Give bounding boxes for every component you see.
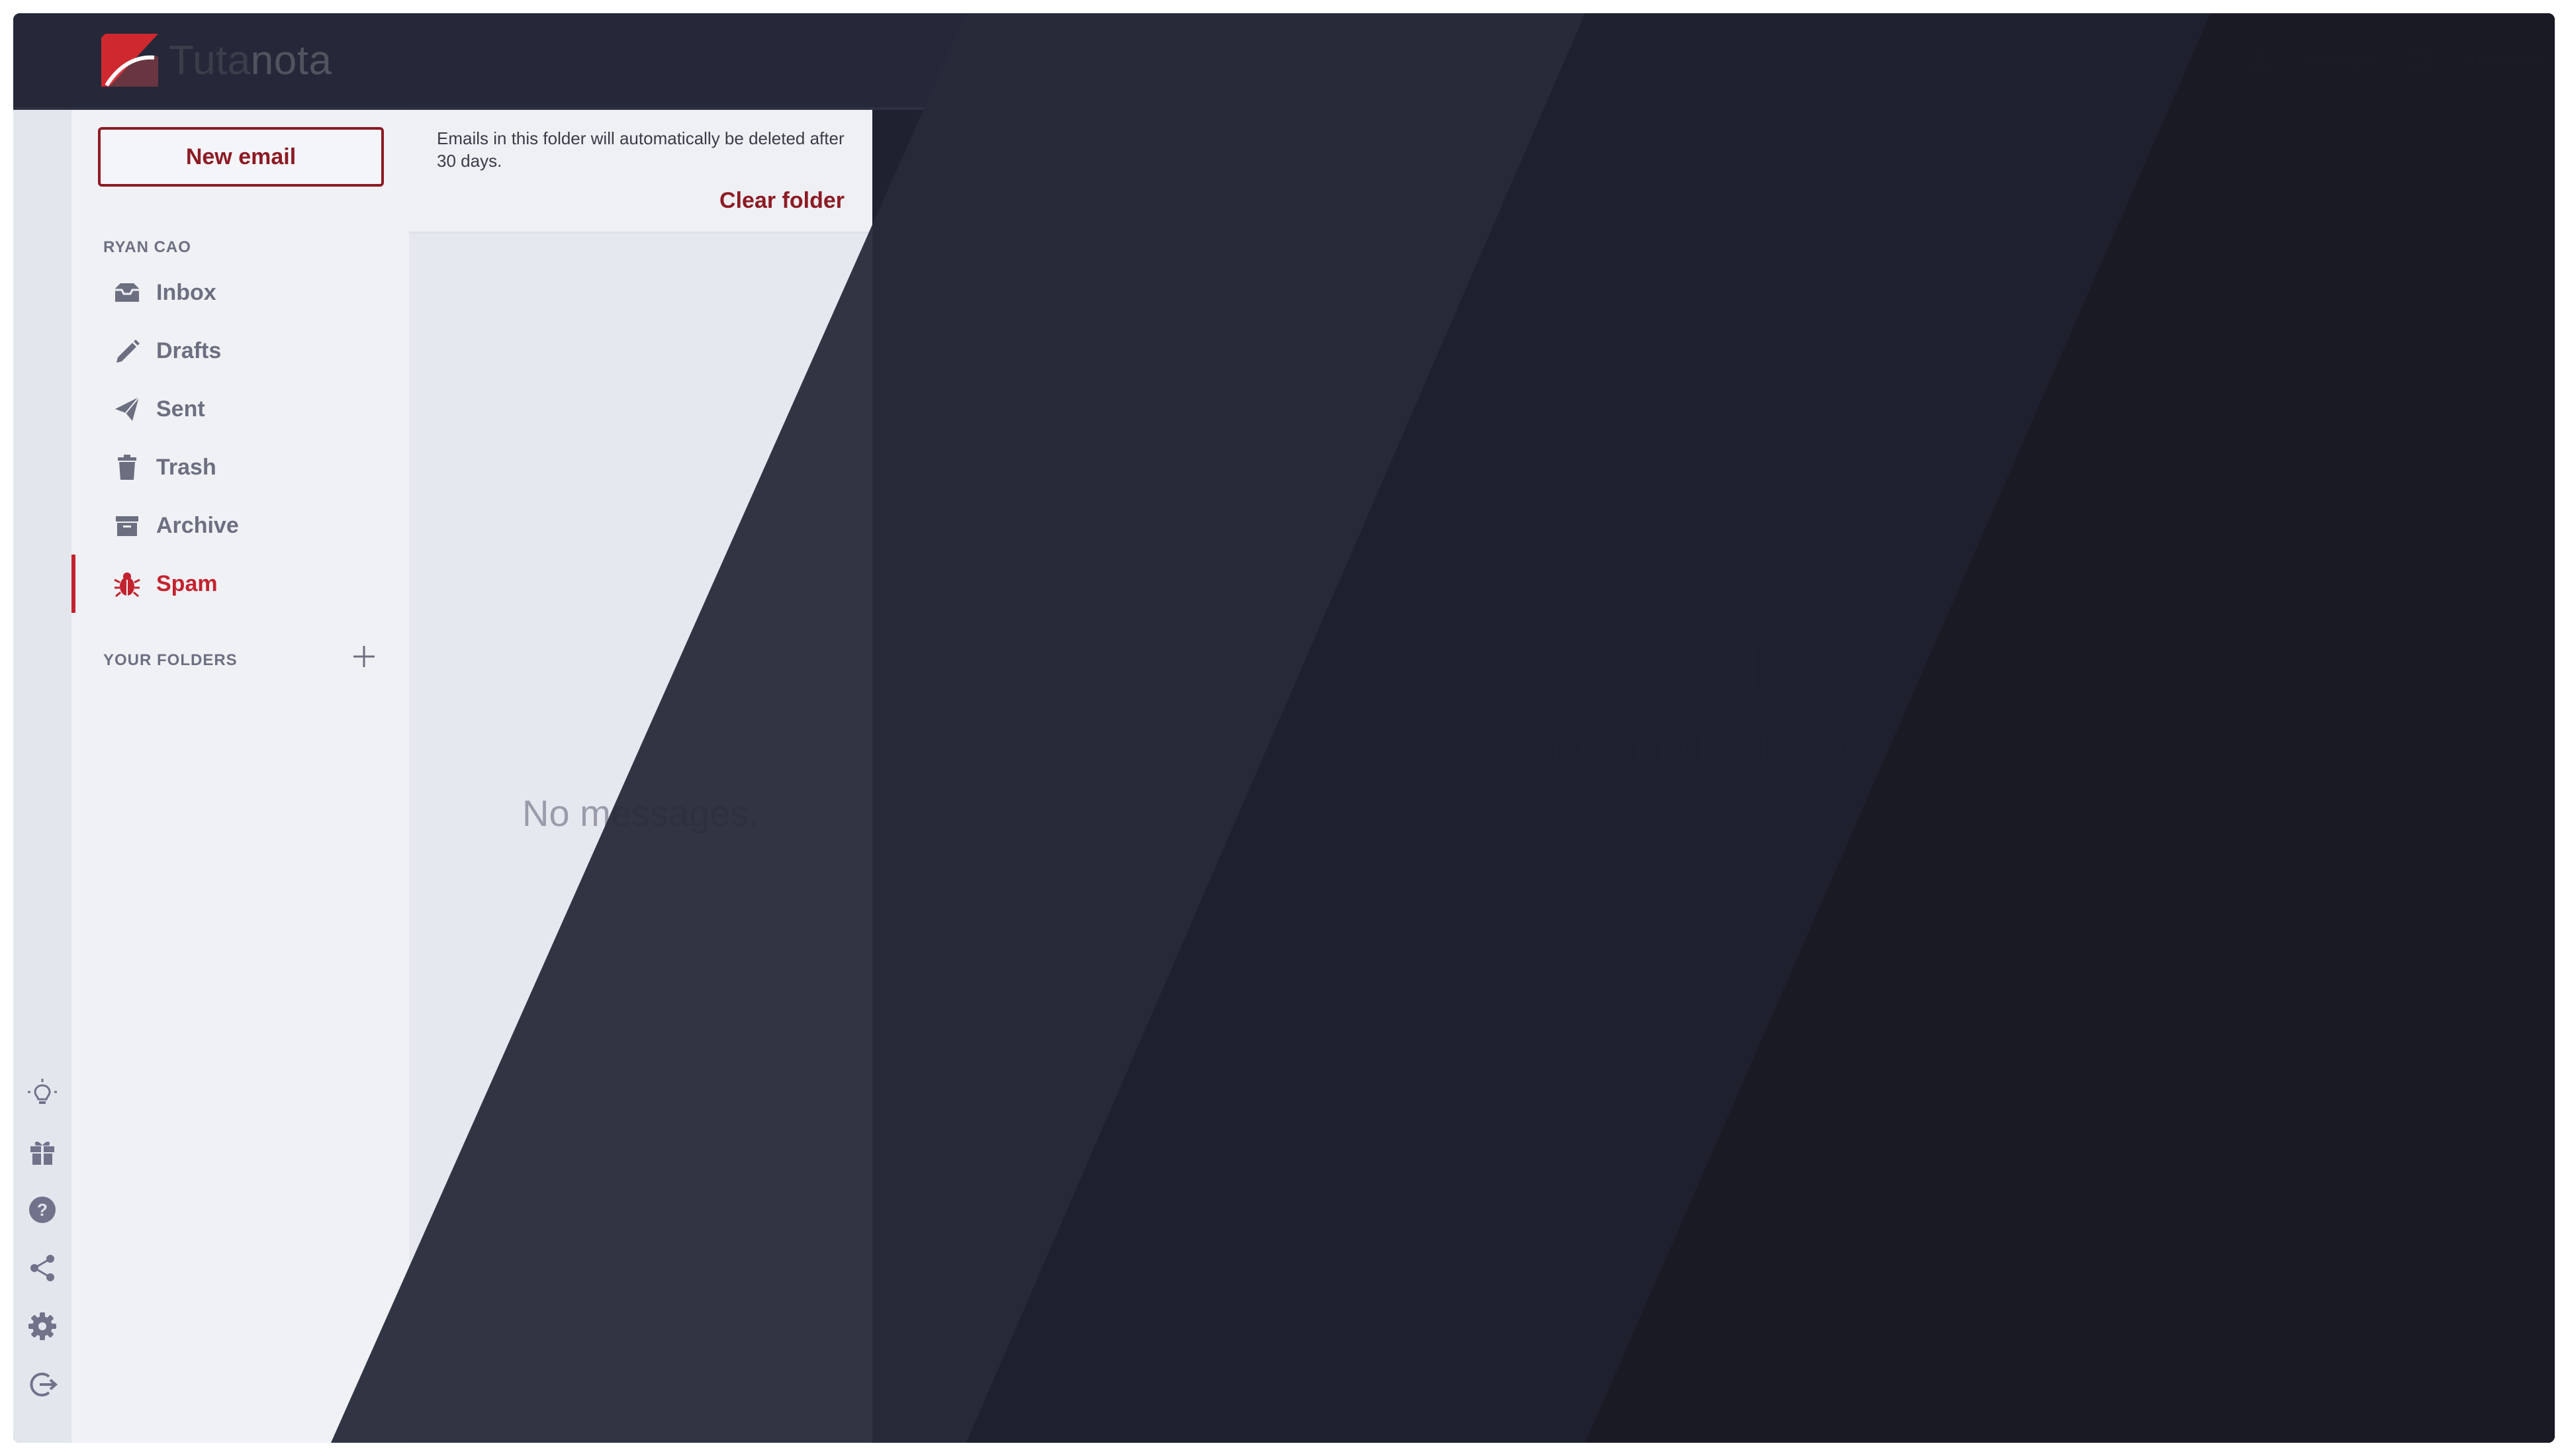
logo-text: Tutanota	[169, 37, 332, 83]
message-list: Emails in this folder will automatically…	[409, 110, 872, 1443]
nav-calendar-label: Calendar	[2448, 48, 2542, 72]
envelope-placeholder-icon	[1673, 641, 1755, 696]
envelope-icon	[2107, 51, 2134, 69]
settings-button[interactable]	[26, 1310, 58, 1342]
gift-button[interactable]	[26, 1136, 58, 1167]
folder-item-inbox[interactable]: Inbox	[71, 263, 409, 322]
trash-icon	[118, 455, 136, 480]
folder-item-sent[interactable]: Sent	[71, 380, 409, 438]
calendar-icon	[2407, 48, 2432, 72]
email-viewer: No email selected.	[872, 110, 2555, 1443]
your-folders-label: YOUR FOLDERS	[103, 651, 238, 669]
folder-info-banner: Emails in this folder will automatically…	[409, 110, 872, 234]
nav-contacts[interactable]: Contacts	[2244, 45, 2381, 75]
auto-delete-notice: Emails in this folder will automatically…	[437, 128, 845, 171]
nav-emails-label: Emails	[2149, 48, 2220, 72]
help-icon: ?	[29, 1197, 56, 1223]
folder-sidebar: New email RYAN CAO Inbox Drafts Sent Tra…	[71, 110, 409, 1443]
folder-item-trash[interactable]: Trash	[71, 438, 409, 496]
folder-label: Drafts	[156, 338, 222, 363]
logout-icon	[30, 1373, 58, 1396]
connection-status: Online All up to date	[1949, 38, 2050, 83]
header-bar: Tutanota Online All up to date Emails Co…	[13, 13, 2555, 110]
gift-icon	[30, 1141, 54, 1165]
folder-label: Trash	[156, 454, 216, 480]
tutanota-logo-icon	[101, 34, 158, 87]
pencil-icon	[116, 340, 140, 363]
share-icon	[30, 1255, 54, 1281]
clear-folder-button[interactable]: Clear folder	[719, 188, 845, 214]
header-actions: Online All up to date Emails Contacts Ca…	[1860, 13, 2542, 107]
no-email-selected-text: No email selected.	[1550, 725, 1877, 769]
settings-icon	[28, 1312, 56, 1340]
theme-toggle-button[interactable]	[26, 1077, 58, 1109]
status-online: Online	[1949, 39, 1999, 59]
paper-plane-icon	[115, 396, 140, 421]
nav-calendar[interactable]: Calendar	[2405, 45, 2542, 75]
active-folder-indicator	[71, 555, 75, 613]
bug-icon	[114, 572, 140, 598]
folder-label: Archive	[156, 512, 239, 538]
folder-item-drafts[interactable]: Drafts	[71, 322, 409, 380]
folder-item-archive[interactable]: Archive	[71, 496, 409, 555]
folder-label: Inbox	[156, 279, 216, 305]
folder-item-spam[interactable]: Spam	[71, 555, 409, 613]
nav-emails[interactable]: Emails	[2105, 45, 2220, 75]
app-window: Tutanota Online All up to date Emails Co…	[13, 13, 2555, 1443]
lightbulb-icon	[28, 1079, 57, 1104]
add-folder-icon[interactable]	[349, 642, 379, 671]
nav-contacts-label: Contacts	[2287, 48, 2381, 72]
left-rail: ?	[13, 110, 71, 1443]
empty-list-message: No messages.	[522, 792, 759, 834]
share-button[interactable]	[26, 1252, 58, 1284]
inbox-icon	[115, 283, 139, 302]
account-label: RYAN CAO	[103, 238, 191, 256]
new-email-button[interactable]: New email	[98, 127, 384, 187]
folder-label: Spam	[156, 570, 218, 596]
archive-icon	[116, 516, 138, 536]
header-divider	[1920, 42, 1922, 79]
svg-text:?: ?	[37, 1200, 48, 1220]
header-divider	[2080, 42, 2082, 79]
logo[interactable]: Tutanota	[101, 34, 332, 87]
search-icon[interactable]	[1860, 44, 1892, 76]
status-sync: All up to date	[1949, 62, 2050, 81]
help-button[interactable]: ?	[26, 1194, 58, 1226]
folder-label: Sent	[156, 396, 205, 422]
logout-button[interactable]	[26, 1369, 58, 1400]
person-icon	[2246, 49, 2271, 73]
